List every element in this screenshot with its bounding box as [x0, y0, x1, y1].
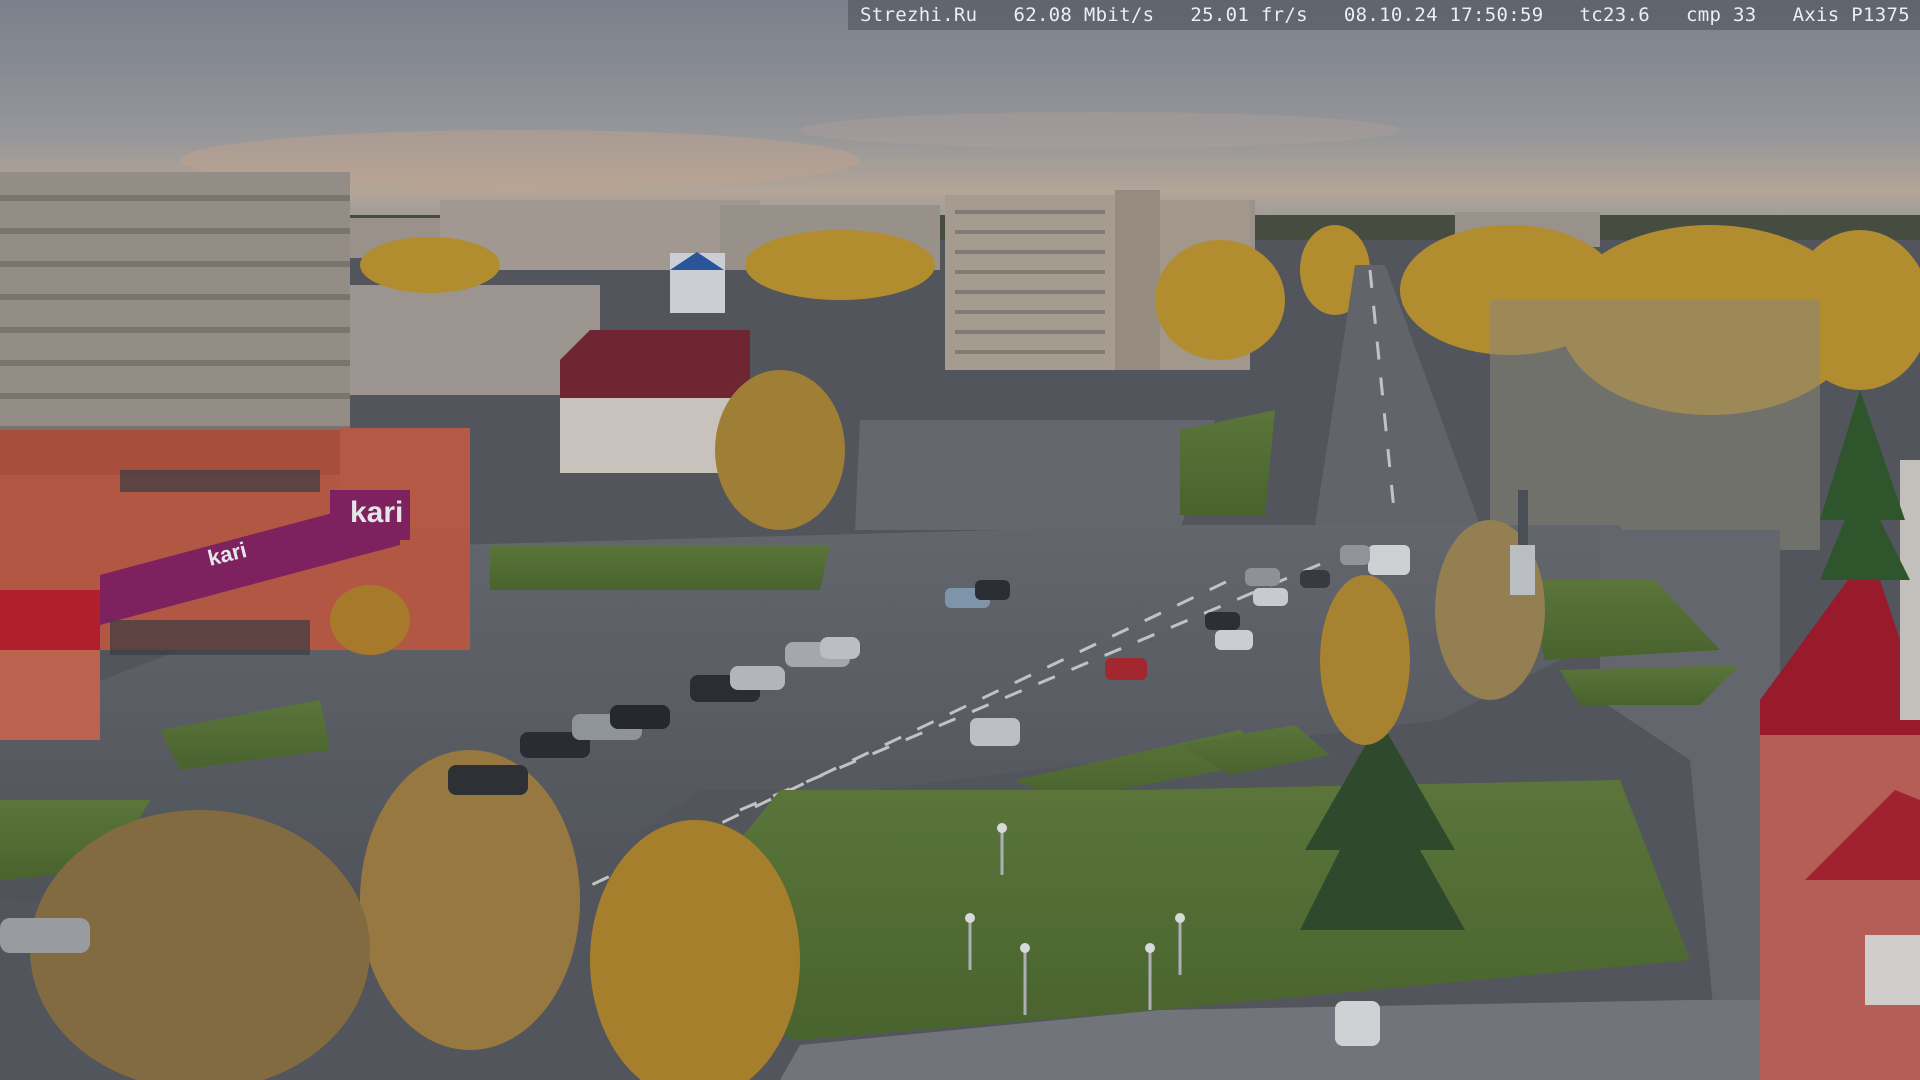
osd-framerate: 25.01 fr/s	[1190, 4, 1308, 26]
osd-site: Strezhi.Ru	[860, 4, 978, 26]
osd-cmp: cmp 33	[1686, 4, 1757, 26]
camera-osd-overlay: Strezhi.Ru 62.08 Mbit/s 25.01 fr/s 08.10…	[848, 0, 1920, 30]
osd-tc: tc23.6	[1579, 4, 1650, 26]
webcam-scene: kari kari Strezhi.Ru 62.08 Mbit/s 25.01 …	[0, 0, 1920, 1080]
osd-datetime: 08.10.24 17:50:59	[1343, 4, 1544, 26]
city-square-view: kari kari	[0, 0, 1920, 1080]
osd-camera-model: Axis P1375	[1792, 4, 1910, 26]
osd-bitrate: 62.08 Mbit/s	[1013, 4, 1155, 26]
